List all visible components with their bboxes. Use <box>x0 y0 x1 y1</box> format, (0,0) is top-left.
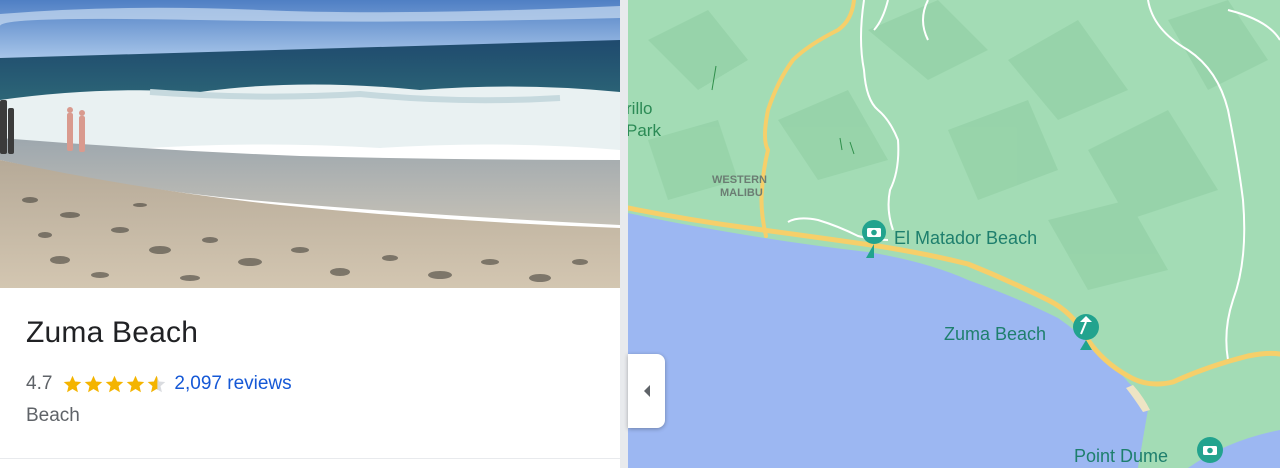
collapse-panel-button[interactable] <box>628 354 665 428</box>
panel-divider <box>620 0 628 468</box>
map-label-malibu: MALIBU <box>720 187 763 199</box>
place-title: Zuma Beach <box>26 316 199 349</box>
reviews-link[interactable]: 2,097 reviews <box>174 373 291 395</box>
chevron-left-icon <box>643 385 650 397</box>
camera-icon[interactable] <box>1197 437 1223 463</box>
place-category: Beach <box>26 405 80 426</box>
map-canvas[interactable]: rillo Park WESTERN MALIBU El Matador Bea… <box>628 0 1280 468</box>
place-photo[interactable] <box>0 0 620 288</box>
star-icon <box>127 375 145 392</box>
map-label-western: WESTERN <box>712 174 767 186</box>
rating-value: 4.7 <box>26 373 53 394</box>
half-star-icon <box>148 375 166 392</box>
map-label-point-dume[interactable]: Point Dume <box>1074 446 1168 466</box>
star-icon <box>64 375 82 392</box>
map-label-park: Park <box>628 121 661 140</box>
map-label-zuma[interactable]: Zuma Beach <box>944 324 1046 344</box>
map-label-trillo: rillo <box>628 99 652 118</box>
place-panel: Zuma Beach 4.7 2,097 reviews Beach <box>0 0 620 468</box>
beach-photo <box>0 0 620 288</box>
divider <box>0 458 620 459</box>
rating-row: 4.7 2,097 reviews <box>26 371 292 397</box>
star-icon <box>106 375 124 392</box>
star-rating <box>62 374 167 395</box>
map-label-el-matador[interactable]: El Matador Beach <box>894 228 1037 248</box>
star-icon <box>85 375 103 392</box>
